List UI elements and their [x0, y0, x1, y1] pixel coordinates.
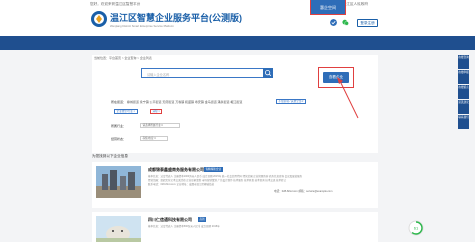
- company-extra: 电话：028-82xxxxxx 邮箱：service@example.com: [274, 190, 333, 193]
- company-card[interactable]: 四川仁信通科技有限公司 高新 基本信息：法定代表人 注册资本500万元人民币 成…: [92, 212, 378, 242]
- clear-filter-tag[interactable]: 清除 ×: [150, 109, 163, 114]
- company-photo: [96, 166, 141, 198]
- status-filter-row: 经营状态：: [111, 137, 126, 141]
- company-contact-line: 联系电话：028-82xxxxxx 企业地址：成都市温江区柳城街道: [148, 183, 214, 186]
- status-select[interactable]: 存续/在业 ▾: [140, 136, 168, 141]
- company-info-line: 基本信息：法定代表人 注册资本1000万元人民币 成立日期 2015年 统一社会…: [148, 175, 303, 178]
- status-label: 经营状态：: [111, 137, 127, 141]
- region-filter-row: 所在街道： 柳城街道 永宁镇 公平街道 天府街道 万春镇 和盛镇 寿安镇 金马街…: [111, 100, 242, 104]
- company-info-line: 基本信息：法定代表人 注册资本500万元人民币 成立日期 2018年: [148, 225, 220, 228]
- company-name[interactable]: 成都锦泰鑫盛商务服务有限公司: [148, 167, 204, 173]
- results-heading: 为您找到以下企业信息: [92, 154, 128, 158]
- industry-select[interactable]: 请选择所属行业 ▾: [140, 123, 180, 128]
- company-photo: [96, 216, 141, 242]
- progress-gauge[interactable]: 61: [408, 220, 424, 236]
- company-scope-line: 经营范围：组织文化艺术交流活动 企业形象策划 市场营销策划 广告设计制作 技术服…: [148, 179, 287, 182]
- selected-filter-tag[interactable]: 企业类型/行业 ×: [114, 109, 138, 114]
- region-tag[interactable]: 不限区域 / 其他全部 ▾: [276, 99, 306, 104]
- region-options[interactable]: 柳城街道 永宁镇 公平街道 天府街道 万春镇 和盛镇 寿安镇 金马街道 涌泉街道…: [127, 100, 243, 104]
- industry-filter-row: 所属行业：: [111, 124, 126, 128]
- region-label: 所在街道：: [111, 100, 127, 104]
- company-badge: 高新: [198, 217, 207, 222]
- company-card[interactable]: 成都锦泰鑫盛商务服务有限公司 专精特新企业 基本信息：法定代表人 注册资本100…: [92, 162, 378, 208]
- company-badge: 专精特新企业: [204, 167, 223, 172]
- company-name[interactable]: 四川仁信通科技有限公司: [148, 217, 192, 223]
- gauge-value: 61: [414, 226, 419, 231]
- industry-label: 所属行业：: [111, 124, 127, 128]
